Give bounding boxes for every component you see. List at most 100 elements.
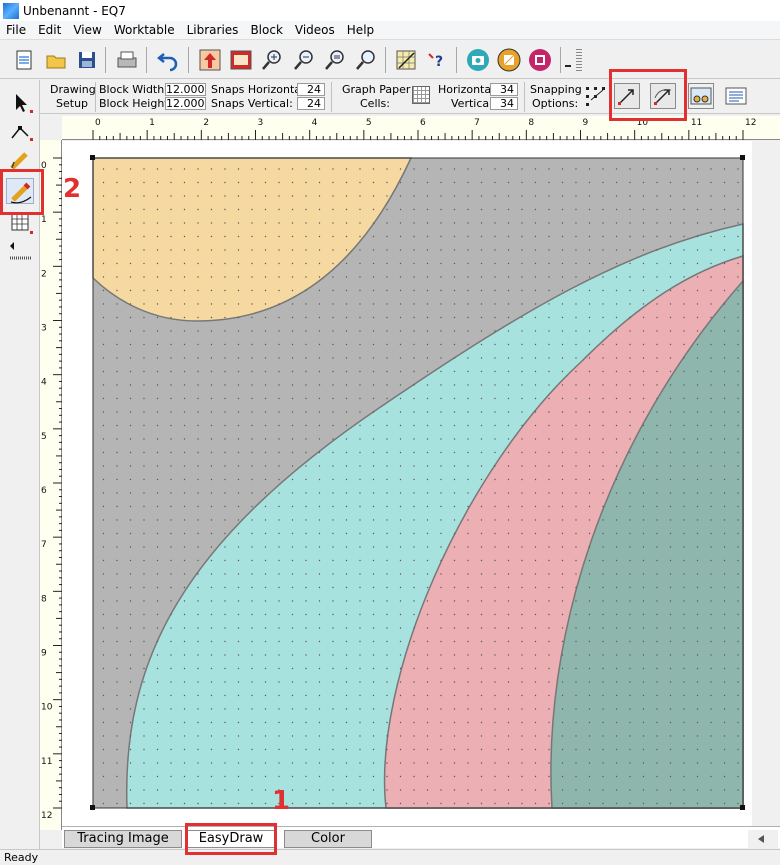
camera-icon[interactable] xyxy=(466,48,490,72)
ruler-top-label: 4 xyxy=(312,118,318,128)
menu-block[interactable]: Block xyxy=(244,23,288,37)
snaps-horizontal-label: Snaps Horizontal: xyxy=(211,83,308,96)
vertical-label: Vertical xyxy=(451,97,493,110)
snapping-options-label-2: Options: xyxy=(532,97,579,110)
title-bar: Unbenannt - EQ7 xyxy=(0,0,780,21)
snap-dot-grid xyxy=(93,158,743,808)
worktable-tabs: Tracing Image EasyDraw Color xyxy=(62,826,780,848)
graph-paper-icon[interactable] xyxy=(394,48,418,72)
tab-tracing-image[interactable]: Tracing Image xyxy=(64,830,182,848)
drawing-canvas[interactable] xyxy=(62,141,752,826)
corner-handle[interactable] xyxy=(90,155,95,160)
ruler-top-label: 0 xyxy=(95,118,101,128)
ruler-left-label: 7 xyxy=(41,540,47,550)
ruler-left-label: 5 xyxy=(41,432,47,442)
ruler-top-label: 8 xyxy=(528,118,534,128)
menu-libraries[interactable]: Libraries xyxy=(181,23,245,37)
pick-tool-icon[interactable] xyxy=(6,90,34,116)
ruler-top-label: 6 xyxy=(420,118,426,128)
zoom-in-icon[interactable] xyxy=(260,48,284,72)
drawing-setup-label[interactable]: Drawing xyxy=(50,83,96,96)
zoom-out-icon[interactable] xyxy=(292,48,316,72)
snapping-options-label: Snapping xyxy=(530,83,582,96)
view-sketchbook-icon[interactable] xyxy=(229,48,253,72)
ruler-left-label: 1 xyxy=(41,215,47,225)
app-icon xyxy=(3,2,19,19)
ruler-top-label: 5 xyxy=(366,118,372,128)
pieced-block-icon[interactable] xyxy=(528,48,552,72)
drawing-setup-label-2[interactable]: Setup xyxy=(56,97,88,110)
ruler-left-label: 9 xyxy=(41,649,47,659)
ruler-left: 0 1 2 3 4 5 6 7 8 9 10 11 12 xyxy=(40,140,62,830)
menu-worktable[interactable]: Worktable xyxy=(108,23,181,37)
zoom-refresh-icon[interactable] xyxy=(354,48,378,72)
snaps-vertical-label: Snaps Vertical: xyxy=(211,97,293,110)
help-icon[interactable]: ? xyxy=(425,48,449,72)
block-height-field[interactable]: 12.000 xyxy=(165,97,206,110)
corner-handle[interactable] xyxy=(90,805,95,810)
corner-handle[interactable] xyxy=(740,155,745,160)
block-width-field[interactable]: 12.000 xyxy=(165,83,206,96)
horizontal-cells-field[interactable]: 34 xyxy=(490,83,518,96)
ruler-corner xyxy=(40,116,62,140)
ruler-left-label: 2 xyxy=(41,269,47,279)
easydraw-block-icon[interactable] xyxy=(497,48,521,72)
block-width-label: Block Width: xyxy=(99,83,168,96)
ruler-left-label: 4 xyxy=(41,378,47,388)
ruler-top-label: 9 xyxy=(583,118,589,128)
snaps-vertical-field[interactable]: 24 xyxy=(297,97,325,110)
graph-paper-cells-icon[interactable] xyxy=(412,86,430,104)
graph-paper-toggle-icon[interactable] xyxy=(688,83,714,109)
ruler-top-label: 3 xyxy=(258,118,264,128)
ruler-left-label: 8 xyxy=(41,594,47,604)
status-text: Ready xyxy=(4,851,39,864)
menu-bar: File Edit View Worktable Libraries Block… xyxy=(0,21,780,40)
ruler-left-label: 12 xyxy=(41,811,52,821)
snaps-horizontal-field[interactable]: 24 xyxy=(297,83,325,96)
annotation-box-snapping xyxy=(609,69,687,121)
ruler-top-label: 11 xyxy=(691,118,702,128)
annotation-label-2: 2 xyxy=(63,174,82,204)
menu-file[interactable]: File xyxy=(0,23,32,37)
menu-videos[interactable]: Videos xyxy=(289,23,341,37)
tab-color[interactable]: Color xyxy=(284,830,372,848)
graph-paper-cells-label: Cells: xyxy=(360,97,390,110)
print-icon[interactable] xyxy=(115,48,139,72)
vertical-cells-field[interactable]: 34 xyxy=(490,97,518,110)
undo-icon[interactable] xyxy=(156,48,180,72)
save-icon[interactable] xyxy=(75,48,99,72)
snap-to-grid-icon[interactable] xyxy=(583,84,607,108)
toolbar-overflow-icon[interactable] xyxy=(563,48,573,72)
precision-bar-icon[interactable] xyxy=(724,84,748,108)
annotation-label-1: 1 xyxy=(272,786,291,816)
svg-text:?: ? xyxy=(435,54,443,70)
menu-view[interactable]: View xyxy=(67,23,107,37)
left-toolbar-scroll[interactable] xyxy=(6,240,34,264)
corner-handle[interactable] xyxy=(740,805,745,810)
ruler-left-ticks: 0123456789101112 xyxy=(41,157,62,821)
ruler-left-label: 6 xyxy=(41,486,47,496)
annotation-box-pencil xyxy=(0,169,44,215)
graph-paper-label: Graph Paper xyxy=(342,83,411,96)
tab-scroll-left-icon[interactable] xyxy=(748,830,778,848)
ruler-top-label: 1 xyxy=(149,118,155,128)
shape-tool-icon[interactable] xyxy=(6,118,34,144)
zoom-fit-icon[interactable] xyxy=(323,48,347,72)
new-icon[interactable] xyxy=(12,48,36,72)
menu-edit[interactable]: Edit xyxy=(32,23,67,37)
window-title: Unbenannt - EQ7 xyxy=(23,3,126,18)
toolbar-grip[interactable] xyxy=(576,49,582,71)
ruler-top-label: 2 xyxy=(203,118,209,128)
horizontal-label: Horizontal xyxy=(438,83,495,96)
block-drawing[interactable] xyxy=(62,141,752,826)
menu-help[interactable]: Help xyxy=(341,23,380,37)
ruler-left-label: 3 xyxy=(41,324,47,334)
block-height-label: Block Height: xyxy=(99,97,173,110)
ruler-top-label: 7 xyxy=(474,118,480,128)
add-to-sketchbook-icon[interactable] xyxy=(198,48,222,72)
status-bar: Ready xyxy=(0,849,780,865)
ruler-left-label: 10 xyxy=(41,703,53,713)
vertical-scrollbar[interactable] xyxy=(752,141,780,826)
open-icon[interactable] xyxy=(44,48,68,72)
ruler-left-label: 11 xyxy=(41,757,52,767)
